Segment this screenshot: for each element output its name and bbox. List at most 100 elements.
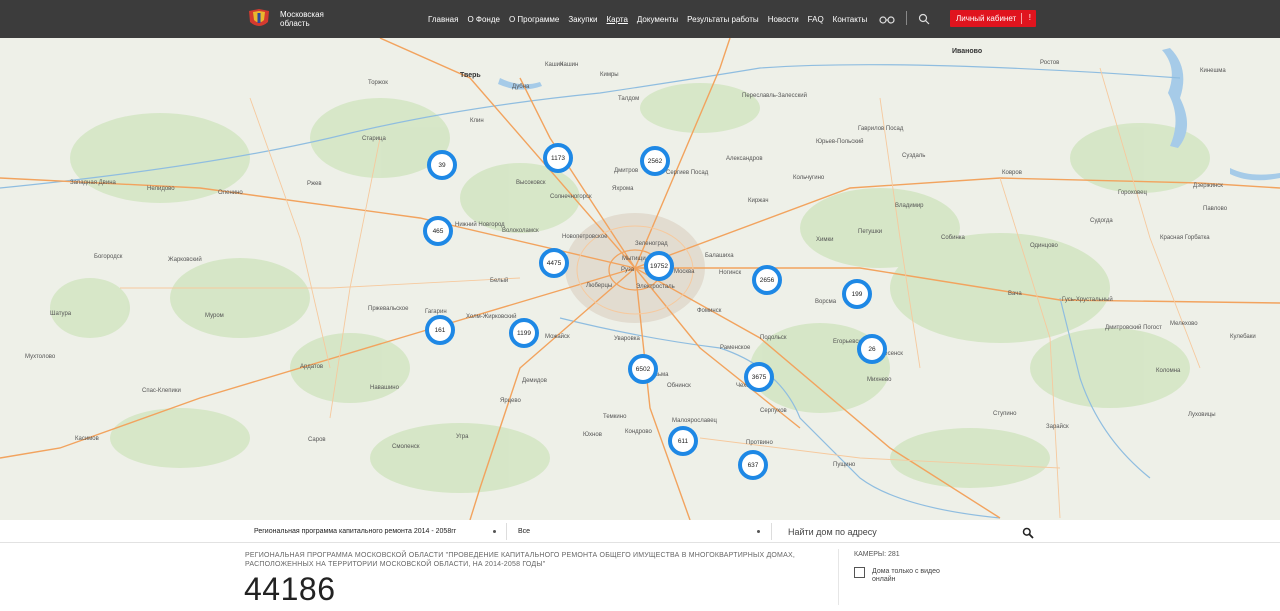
map-place-label: Подольск bbox=[760, 335, 787, 341]
nav-item[interactable]: FAQ bbox=[808, 15, 824, 24]
logo-text: Московская область bbox=[280, 10, 324, 28]
nav-item[interactable]: Главная bbox=[428, 15, 458, 24]
map-place-label: Фоминск bbox=[697, 308, 722, 314]
map-place-label: Зеленоград bbox=[635, 241, 668, 247]
map-cluster[interactable]: 611 bbox=[668, 426, 698, 456]
dropdown-dot-icon bbox=[757, 530, 760, 533]
map-place-label: Зарайск bbox=[1046, 424, 1069, 430]
map-place-label: Люберцы bbox=[586, 283, 613, 289]
address-search-input[interactable] bbox=[788, 524, 1008, 539]
nav-item[interactable]: Документы bbox=[637, 15, 678, 24]
map-cluster[interactable]: 161 bbox=[425, 315, 455, 345]
map-place-label: Уваровка bbox=[614, 336, 640, 342]
map-place-label: Александров bbox=[726, 156, 763, 162]
map-place-label: Раменское bbox=[720, 345, 751, 351]
map-place-label: Мелехово bbox=[1170, 321, 1198, 327]
district-select-value: Все bbox=[518, 528, 531, 535]
map-place-label: Старица bbox=[362, 136, 386, 142]
map-cluster[interactable]: 1173 bbox=[543, 143, 573, 173]
map-cluster[interactable]: 1199 bbox=[509, 318, 539, 348]
search-icon[interactable] bbox=[918, 12, 930, 30]
map-place-label: Юрьев-Польский bbox=[816, 139, 864, 145]
map-cluster[interactable]: 19752 bbox=[644, 251, 674, 281]
total-count: 44186 bbox=[244, 571, 336, 607]
map-cluster[interactable]: 2562 bbox=[640, 146, 670, 176]
nav-item[interactable]: Карта bbox=[607, 15, 628, 24]
map-place-label: Юхнов bbox=[583, 432, 602, 438]
info-divider bbox=[838, 549, 839, 605]
map-place-label: Ростов bbox=[1040, 60, 1060, 66]
map-place-label: Протвино bbox=[746, 440, 773, 446]
nav-item[interactable]: Контакты bbox=[833, 15, 868, 24]
video-only-checkbox[interactable] bbox=[854, 567, 865, 578]
map-place-label: Пущино bbox=[833, 462, 856, 468]
personal-account-button[interactable]: Личный кабинет ! bbox=[950, 10, 1036, 27]
map-place-label: Руза bbox=[621, 267, 635, 273]
map-place-label: Переславль-Залесский bbox=[742, 93, 807, 99]
nav-item[interactable]: О Фонде bbox=[467, 15, 500, 24]
map-place-label: Угра bbox=[456, 434, 469, 440]
map-cluster[interactable]: 26 bbox=[857, 334, 887, 364]
map-place-label: Ступино bbox=[993, 411, 1017, 417]
map-cluster[interactable]: 637 bbox=[738, 450, 768, 480]
map-place-label: Холм-Жирковский bbox=[466, 314, 517, 320]
map-place-label: Касимов bbox=[75, 436, 99, 442]
map-place-label: Ржев bbox=[307, 181, 322, 187]
map-place-label: Богородск bbox=[94, 254, 123, 260]
nav-item[interactable]: Закупки bbox=[568, 15, 597, 24]
map[interactable]: Тверь Иваново Кимры Талдом Торжок Кашин Ростов… bbox=[0, 38, 1280, 520]
map-place-label: Муром bbox=[205, 313, 224, 319]
map-place-label: Кашин bbox=[560, 62, 579, 68]
alert-icon: ! bbox=[1028, 13, 1031, 22]
info-panel: Региональная программа Московской област… bbox=[0, 543, 1280, 611]
map-place-label: Солнечногорск bbox=[550, 194, 592, 200]
map-place-label: Балашиха bbox=[705, 253, 734, 259]
map-cluster[interactable]: 6502 bbox=[628, 354, 658, 384]
program-select[interactable]: Региональная программа капитального ремо… bbox=[254, 520, 496, 543]
map-place-label: Талдом bbox=[618, 96, 640, 102]
map-place-label: Дубна bbox=[512, 84, 530, 90]
map-cluster[interactable]: 4475 bbox=[539, 248, 569, 278]
filter-divider bbox=[771, 523, 772, 540]
nav-item[interactable]: О Программе bbox=[509, 15, 559, 24]
map-place-label: Нижний Новгород bbox=[455, 222, 505, 228]
map-place-label: Сергиев Посад bbox=[666, 170, 709, 176]
map-place-label: Ногинск bbox=[719, 270, 742, 276]
map-place-label: Кольчугино bbox=[793, 175, 825, 181]
map-place-label: Вача bbox=[1008, 291, 1022, 297]
map-place-label: Гаврилов Посад bbox=[858, 126, 904, 132]
map-place-label: Дзержинск bbox=[1193, 183, 1223, 189]
search-icon[interactable] bbox=[1022, 526, 1034, 539]
map-place-label: Можайск bbox=[545, 334, 570, 340]
filter-divider bbox=[506, 523, 507, 540]
map-place-label: Яхрома bbox=[612, 186, 634, 192]
map-place-label: Владимир bbox=[895, 203, 924, 209]
logo[interactable]: Московская область bbox=[246, 8, 340, 30]
map-place-label: Серпухов bbox=[760, 408, 787, 414]
map-place-label: Навашино bbox=[370, 385, 399, 391]
district-select[interactable]: Все bbox=[518, 520, 760, 543]
map-place-label: Павлово bbox=[1203, 206, 1228, 212]
map-cluster[interactable]: 465 bbox=[423, 216, 453, 246]
map-place-label: Химки bbox=[816, 237, 834, 243]
map-place-label: Мухтолово bbox=[25, 354, 56, 360]
map-place-label: Дмитровский Погост bbox=[1105, 325, 1162, 331]
map-place-label: Смоленск bbox=[392, 444, 420, 450]
dropdown-dot-icon bbox=[493, 530, 496, 533]
map-cluster[interactable]: 39 bbox=[427, 150, 457, 180]
map-place-label: Ворсма bbox=[815, 299, 837, 305]
map-place-label: Киржач bbox=[748, 198, 769, 204]
header: Московская область Главная О Фонде О Прогр… bbox=[0, 0, 1280, 38]
map-place-label: Новопетровское bbox=[562, 234, 608, 240]
nav-item[interactable]: Новости bbox=[768, 15, 799, 24]
map-cluster[interactable]: 199 bbox=[842, 279, 872, 309]
map-place-label: Петушки bbox=[858, 229, 883, 235]
map-base bbox=[0, 38, 1280, 520]
map-cluster[interactable]: 2656 bbox=[752, 265, 782, 295]
button-separator bbox=[1021, 13, 1022, 24]
map-place-label: Иваново bbox=[952, 48, 983, 55]
map-cluster[interactable]: 3675 bbox=[744, 362, 774, 392]
nav-item[interactable]: Результаты работы bbox=[687, 15, 759, 24]
glasses-icon[interactable] bbox=[879, 12, 895, 30]
cameras-count: Камеры: 281 bbox=[854, 551, 900, 558]
